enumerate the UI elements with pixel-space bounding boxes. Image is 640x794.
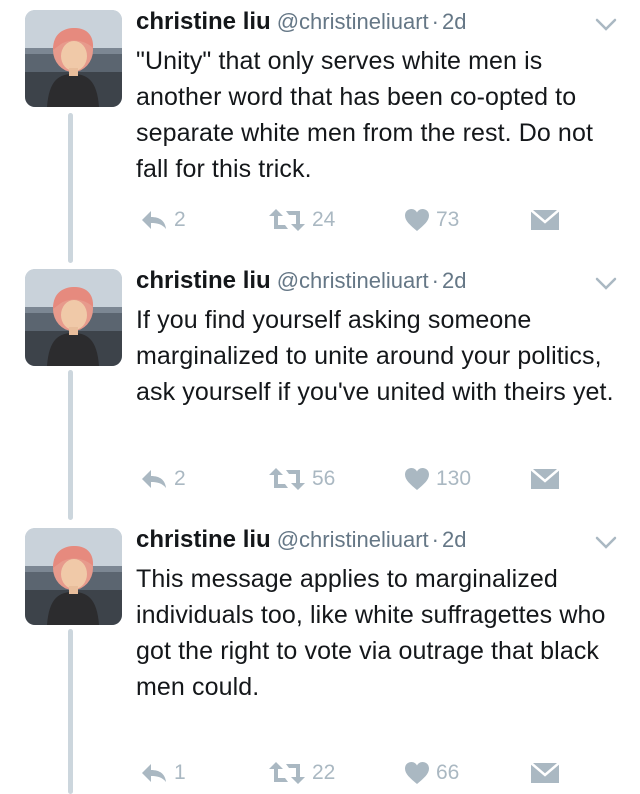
separator: · [431, 268, 439, 293]
reply-button[interactable]: 2 [140, 462, 186, 496]
tweet-header: christine liu @christineliuart · 2d [136, 264, 466, 298]
avatar[interactable] [25, 528, 122, 625]
like-count: 73 [436, 208, 460, 231]
chevron-down-icon[interactable] [594, 535, 618, 551]
direct-message-button[interactable] [530, 462, 566, 496]
retweet-count: 24 [312, 208, 336, 231]
tweet-header: christine liu @christineliuart · 2d [136, 5, 466, 39]
like-count: 130 [436, 467, 472, 490]
separator: · [431, 527, 439, 552]
chevron-down-icon[interactable] [594, 17, 618, 33]
tweet-actions: 2 56 130 [0, 462, 640, 496]
author-name[interactable]: christine liu [136, 267, 271, 294]
timestamp[interactable]: 2d [442, 268, 466, 293]
retweet-icon [268, 466, 306, 492]
envelope-icon [530, 467, 560, 491]
tweet[interactable]: christine liu @christineliuart · 2d "Unity"… [0, 5, 640, 263]
like-button[interactable]: 73 [404, 203, 459, 237]
separator: · [431, 9, 439, 34]
envelope-icon [530, 208, 560, 232]
like-button[interactable]: 130 [404, 462, 471, 496]
heart-icon [404, 467, 430, 491]
tweet-text: This message applies to marginalized ind… [136, 565, 606, 701]
avatar[interactable] [25, 269, 122, 366]
heart-icon [404, 761, 430, 785]
retweet-count: 56 [312, 467, 336, 490]
tweet-actions: 1 22 66 [0, 756, 640, 790]
tweet-text: "Unity" that only serves white men is an… [136, 47, 593, 183]
retweet-icon [268, 207, 306, 233]
author-name[interactable]: christine liu [136, 526, 271, 553]
reply-icon [140, 762, 168, 784]
envelope-icon [530, 761, 560, 785]
author-handle[interactable]: @christineliuart [277, 527, 429, 552]
reply-icon [140, 209, 168, 231]
direct-message-button[interactable] [530, 203, 566, 237]
reply-count: 2 [174, 208, 186, 231]
avatar[interactable] [25, 10, 122, 107]
reply-icon [140, 468, 168, 490]
reply-count: 1 [174, 761, 186, 784]
retweet-count: 22 [312, 761, 336, 784]
chevron-down-icon[interactable] [594, 276, 618, 292]
heart-icon [404, 208, 430, 232]
tweet[interactable]: christine liu @christineliuart · 2d If you … [0, 264, 640, 520]
direct-message-button[interactable] [530, 756, 566, 790]
thread-line [68, 370, 73, 520]
author-name[interactable]: christine liu [136, 8, 271, 35]
retweet-button[interactable]: 22 [268, 756, 335, 790]
retweet-icon [268, 760, 306, 786]
reply-button[interactable]: 1 [140, 756, 186, 790]
reply-count: 2 [174, 467, 186, 490]
like-button[interactable]: 66 [404, 756, 459, 790]
reply-button[interactable]: 2 [140, 203, 186, 237]
tweet-actions: 2 24 73 [0, 203, 640, 237]
tweet[interactable]: christine liu @christineliuart · 2d This me… [0, 523, 640, 794]
retweet-button[interactable]: 56 [268, 462, 335, 496]
retweet-button[interactable]: 24 [268, 203, 335, 237]
thread-line [68, 113, 73, 263]
like-count: 66 [436, 761, 460, 784]
timestamp[interactable]: 2d [442, 9, 466, 34]
tweet-text: If you find yourself asking someone marg… [136, 306, 614, 406]
tweet-header: christine liu @christineliuart · 2d [136, 523, 466, 557]
timestamp[interactable]: 2d [442, 527, 466, 552]
author-handle[interactable]: @christineliuart [277, 268, 429, 293]
author-handle[interactable]: @christineliuart [277, 9, 429, 34]
